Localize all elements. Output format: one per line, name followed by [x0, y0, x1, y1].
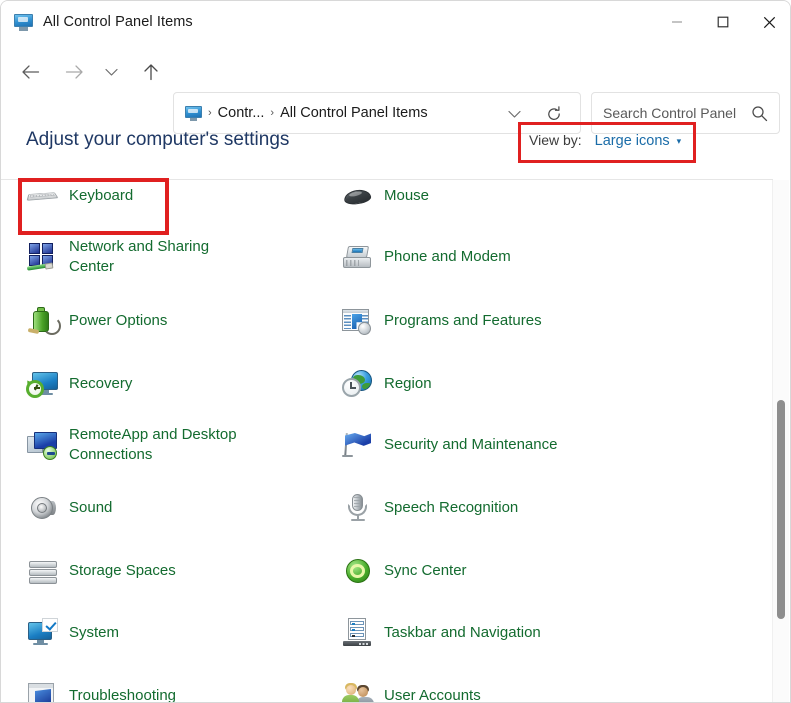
item-label: RemoteApp and Desktop Connections	[69, 425, 237, 465]
sound-icon	[26, 492, 60, 524]
control-panel-item-troubleshooting[interactable]: Troubleshooting	[26, 674, 316, 703]
phone-modem-icon	[341, 241, 375, 273]
control-panel-item-sound[interactable]: Sound	[26, 486, 316, 530]
item-label: Security and Maintenance	[384, 435, 557, 455]
scrollbar-thumb[interactable]	[777, 400, 785, 620]
item-label: User Accounts	[384, 686, 481, 703]
storage-spaces-icon	[26, 555, 60, 587]
search-icon[interactable]	[749, 103, 769, 123]
window-controls	[654, 1, 791, 43]
control-panel-item-region[interactable]: Region	[341, 362, 641, 406]
view-by-control[interactable]: View by: Large icons ▾	[529, 132, 681, 149]
breadcrumb-separator: ›	[208, 108, 212, 119]
control-panel-item-system[interactable]: System	[26, 611, 316, 655]
sync-center-icon	[341, 555, 375, 587]
item-label: Storage Spaces	[69, 561, 176, 581]
control-panel-item-taskbar-and-navigation[interactable]: Taskbar and Navigation	[341, 611, 641, 655]
control-panel-item-remoteapp-and-desktop-connections[interactable]: RemoteApp and Desktop Connections	[26, 415, 316, 475]
breadcrumb-item-control-panel[interactable]: Contr...	[218, 105, 265, 121]
control-panel-item-mouse[interactable]: Mouse	[341, 180, 641, 218]
chevron-down-icon[interactable]: ▾	[677, 136, 682, 147]
security-maintenance-icon	[341, 429, 375, 461]
breadcrumb-separator: ›	[270, 108, 274, 119]
items-pane: Keyboard Mouse Network and Sharing Cente…	[1, 180, 773, 703]
control-panel-icon	[185, 106, 202, 121]
up-button[interactable]	[132, 53, 170, 91]
item-label: Speech Recognition	[384, 498, 518, 518]
minimize-button[interactable]	[654, 1, 700, 43]
power-options-icon	[26, 305, 60, 337]
item-label: Recovery	[69, 374, 132, 394]
window-title: All Control Panel Items	[43, 14, 193, 30]
title-bar: All Control Panel Items	[1, 1, 791, 43]
control-panel-item-phone-and-modem[interactable]: Phone and Modem	[341, 235, 641, 279]
item-label: Power Options	[69, 311, 167, 331]
programs-features-icon	[341, 305, 375, 337]
mouse-icon	[341, 180, 375, 212]
network-sharing-icon	[26, 241, 60, 273]
item-label: Region	[384, 374, 432, 394]
recovery-icon	[26, 368, 60, 400]
control-panel-item-network-and-sharing-center[interactable]: Network and Sharing Center	[26, 227, 316, 287]
control-panel-item-programs-and-features[interactable]: Programs and Features	[341, 299, 641, 343]
recovery-highlight-box	[18, 178, 169, 235]
control-panel-item-security-and-maintenance[interactable]: Security and Maintenance	[341, 423, 641, 467]
region-icon	[341, 368, 375, 400]
item-label: Network and Sharing Center	[69, 237, 209, 277]
item-label: Troubleshooting	[69, 686, 176, 703]
page-title: Adjust your computer's settings	[26, 129, 289, 151]
speech-recognition-icon	[341, 492, 375, 524]
control-panel-item-storage-spaces[interactable]: Storage Spaces	[26, 549, 316, 593]
close-button[interactable]	[746, 1, 791, 43]
recent-locations-button[interactable]	[95, 53, 127, 91]
taskbar-navigation-icon	[341, 617, 375, 649]
control-panel-item-power-options[interactable]: Power Options	[26, 299, 316, 343]
item-label: Taskbar and Navigation	[384, 623, 541, 643]
control-panel-item-sync-center[interactable]: Sync Center	[341, 549, 641, 593]
maximize-button[interactable]	[700, 1, 746, 43]
remoteapp-icon	[26, 429, 60, 461]
troubleshooting-icon	[26, 680, 60, 703]
control-panel-icon	[14, 14, 33, 31]
user-accounts-icon	[341, 680, 375, 703]
search-input[interactable]	[603, 105, 743, 121]
item-label: System	[69, 623, 119, 643]
control-panel-item-recovery[interactable]: Recovery	[26, 362, 316, 406]
vertical-scrollbar[interactable]	[772, 180, 789, 703]
item-label: Programs and Features	[384, 311, 542, 331]
item-label: Sync Center	[384, 561, 467, 581]
view-by-value[interactable]: Large icons	[595, 133, 670, 149]
system-icon	[26, 617, 60, 649]
back-button[interactable]	[11, 53, 49, 91]
item-label: Mouse	[384, 186, 429, 206]
control-panel-window: All Control Panel Items	[0, 0, 791, 703]
navigation-bar: › Contr... › All Control Panel Items	[1, 43, 791, 101]
breadcrumb-item-all-items[interactable]: All Control Panel Items	[280, 105, 427, 121]
item-label: Sound	[69, 498, 112, 518]
control-panel-item-user-accounts[interactable]: User Accounts	[341, 674, 641, 703]
forward-button[interactable]	[55, 53, 93, 91]
item-label: Phone and Modem	[384, 247, 511, 267]
view-by-label: View by:	[529, 132, 582, 148]
control-panel-item-speech-recognition[interactable]: Speech Recognition	[341, 486, 641, 530]
